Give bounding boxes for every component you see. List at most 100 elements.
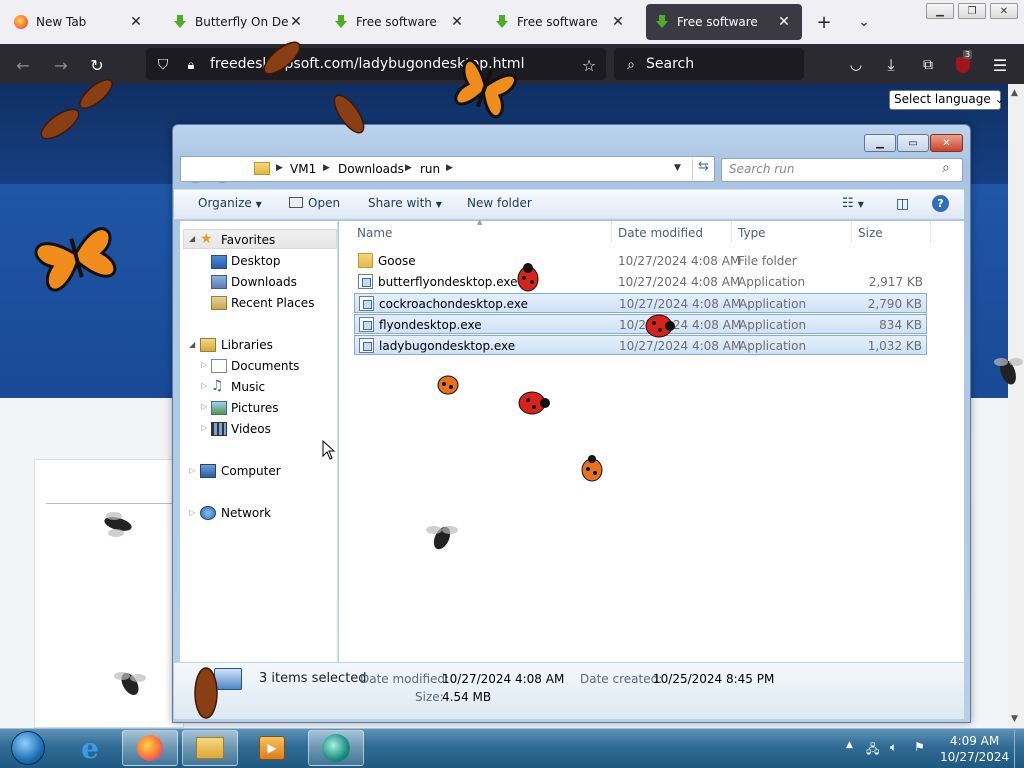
breadcrumb-chevron-icon[interactable]: ▶	[405, 163, 412, 173]
menu-hamburger-icon[interactable]: ☰	[989, 54, 1011, 76]
list-all-tabs-button[interactable]: ⌄	[852, 10, 876, 34]
breadcrumb-chevron-icon[interactable]: ▶	[276, 163, 283, 173]
new-tab-button[interactable]: +	[812, 10, 836, 34]
breadcrumb-run[interactable]: run	[420, 162, 440, 176]
refresh-icon[interactable]: ⇆	[692, 159, 714, 180]
collapse-arrow-icon[interactable]: ▷	[201, 423, 207, 432]
column-header-size[interactable]: Size	[858, 226, 883, 240]
scroll-down-arrow-icon[interactable]: ▼	[1011, 714, 1018, 724]
minimize-window-button[interactable]: ▁	[926, 3, 954, 19]
nav-libraries[interactable]: Libraries	[221, 338, 273, 352]
tab-free-software-1[interactable]: Free software ✕	[325, 4, 475, 40]
collapse-arrow-icon[interactable]: ▷	[201, 402, 207, 411]
forward-button[interactable]: →	[50, 54, 72, 76]
file-row-ladybugondesktop[interactable]: ladybugondesktop.exe 10/27/2024 4:08 AM …	[354, 335, 927, 355]
collapse-arrow-icon[interactable]: ▷	[201, 360, 207, 369]
nav-pictures[interactable]: Pictures	[231, 401, 279, 415]
close-tab-icon[interactable]: ✕	[128, 14, 144, 30]
file-row-flyondesktop[interactable]: flyondesktop.exe 10/27/2024 4:08 AM Appl…	[354, 314, 927, 334]
date-modified-label: Date modified:	[360, 672, 450, 686]
pocket-icon[interactable]: ◡	[845, 54, 867, 76]
back-button[interactable]: ←	[12, 54, 34, 76]
file-row-cockroachondesktop[interactable]: cockroachondesktop.exe 10/27/2024 4:08 A…	[354, 293, 927, 313]
explorer-maximize-button[interactable]: ▭	[897, 134, 929, 152]
open-button[interactable]: Open	[289, 196, 340, 210]
column-header-name[interactable]: Name	[357, 226, 392, 240]
collapse-arrow-icon[interactable]: ▷	[189, 508, 195, 517]
nav-desktop[interactable]: Desktop	[231, 254, 281, 268]
action-center-flag-icon[interactable]: ⚑	[914, 740, 925, 754]
file-row-butterflyondesktop[interactable]: butterflyondesktop.exe 10/27/2024 4:08 A…	[354, 272, 927, 292]
nav-videos[interactable]: Videos	[231, 422, 271, 436]
language-select[interactable]: Select language ⌄	[889, 90, 1005, 110]
column-header-date-modified[interactable]: Date modified	[618, 226, 703, 240]
address-history-chevron-icon[interactable]: ▼	[674, 163, 681, 173]
close-tab-icon[interactable]: ✕	[288, 14, 304, 30]
column-header-type[interactable]: Type	[738, 226, 766, 240]
preview-pane-button[interactable]: ◫	[896, 196, 909, 212]
column-separator[interactable]	[930, 221, 931, 243]
breadcrumb-downloads[interactable]: Downloads	[338, 162, 404, 176]
url-text[interactable]: freedesktopsoft.com/ladybugondesktop.htm…	[210, 56, 524, 72]
taskbar-firefox[interactable]	[122, 730, 178, 766]
show-desktop-button[interactable]	[1014, 730, 1024, 768]
tracking-protection-icon[interactable]: ⛉	[152, 54, 174, 76]
close-window-button[interactable]: ✕	[990, 3, 1018, 19]
breadcrumb-vm1[interactable]: VM1	[290, 162, 316, 176]
explorer-minimize-button[interactable]: ▁	[864, 134, 896, 152]
expand-arrow-icon[interactable]: ◢	[189, 340, 195, 349]
change-view-button[interactable]: ☷ ▼	[842, 196, 864, 211]
close-tab-icon[interactable]: ✕	[449, 14, 465, 30]
column-separator[interactable]	[851, 221, 852, 243]
breadcrumb-chevron-icon[interactable]: ▶	[446, 163, 453, 173]
tab-new-tab[interactable]: New Tab ✕	[4, 4, 154, 40]
file-row-goose[interactable]: Goose 10/27/2024 4:08 AM File folder	[354, 251, 927, 271]
network-tray-icon[interactable]: 🖧︎	[866, 740, 879, 761]
collapse-arrow-icon[interactable]: ▷	[189, 466, 195, 475]
chevron-down-icon: ▼	[255, 200, 262, 209]
nav-music[interactable]: Music	[231, 380, 265, 394]
nav-recent-places[interactable]: Recent Places	[231, 296, 314, 310]
close-tab-icon[interactable]: ✕	[776, 14, 792, 30]
restore-window-button[interactable]: ❐	[958, 3, 986, 19]
column-separator[interactable]	[611, 221, 612, 243]
volume-icon[interactable]: 🔈︎	[890, 740, 897, 755]
taskbar-explorer[interactable]	[182, 730, 238, 766]
close-tab-icon[interactable]: ✕	[610, 14, 626, 30]
explorer-close-button[interactable]: ✕	[930, 134, 963, 152]
taskbar-bug-app[interactable]	[308, 730, 364, 766]
close-icon: ✕	[942, 137, 951, 149]
tab-butterfly-on-desktop[interactable]: Butterfly On Desktop ✕	[164, 4, 314, 40]
nav-favorites[interactable]: Favorites	[221, 233, 275, 247]
collapse-arrow-icon[interactable]: ▷	[201, 381, 207, 390]
bookmark-star-icon[interactable]: ☆	[578, 54, 600, 76]
tab-free-software-2[interactable]: Free software ✕	[486, 4, 636, 40]
tab-free-software-active[interactable]: Free software ✕	[646, 4, 802, 40]
nav-computer[interactable]: Computer	[221, 464, 281, 478]
organize-button[interactable]: Organize ▼	[198, 196, 262, 210]
reload-button[interactable]: ↻	[86, 54, 108, 76]
search-bar[interactable]	[614, 48, 804, 80]
ublock-extension-button[interactable]: 3	[952, 50, 974, 76]
help-button[interactable]: ?	[932, 195, 949, 212]
taskbar-internet-explorer[interactable]: e	[62, 730, 118, 766]
downloads-icon[interactable]: ⤓	[880, 54, 902, 76]
share-with-button[interactable]: Share with ▼	[368, 196, 442, 210]
page-scrollbar[interactable]: ▲ ▼	[1008, 84, 1024, 728]
expand-arrow-icon[interactable]: ◢	[189, 234, 195, 243]
scroll-up-arrow-icon[interactable]: ▲	[1011, 88, 1018, 98]
nav-documents[interactable]: Documents	[231, 359, 299, 373]
firefox-icon	[14, 15, 28, 29]
start-button[interactable]	[2, 730, 54, 766]
new-folder-button[interactable]: New folder	[467, 196, 532, 210]
extensions-icon[interactable]: ⧉	[917, 54, 939, 76]
taskbar-media-player[interactable]: ▶	[244, 730, 300, 766]
lock-icon[interactable]: 🔒︎	[180, 54, 202, 76]
column-separator[interactable]	[731, 221, 732, 243]
nav-downloads[interactable]: Downloads	[231, 275, 297, 289]
system-clock[interactable]: 4:09 AM 10/27/2024	[940, 733, 1009, 765]
breadcrumb-chevron-icon[interactable]: ▶	[323, 163, 330, 173]
show-hidden-icons-arrow[interactable]: ▲	[846, 740, 853, 750]
date-modified-value: 10/27/2024 4:08 AM	[442, 672, 565, 686]
nav-network[interactable]: Network	[221, 506, 271, 520]
